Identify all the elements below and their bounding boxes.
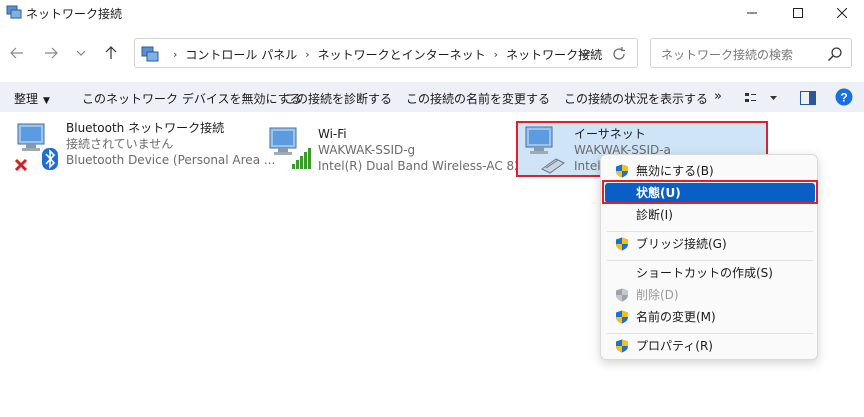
menu-item-label: 診断(I) [636,208,673,222]
connection-name: Wi-Fi [318,127,347,141]
menu-item-diagnose[interactable]: 診断(I) [605,205,815,225]
menu-item-bridge[interactable]: ブリッジ接続(G) [605,234,815,254]
connection-text: Wi-Fi WAKWAK-SSID-g Intel(R) Dual Band W… [318,126,533,174]
chevron-down-icon [77,50,85,56]
arrow-up-icon [105,46,117,59]
view-options-icon [745,93,777,102]
connection-status: WAKWAK-SSID-g [318,143,416,157]
ethernet-network-icon [525,126,565,174]
connection-status: 接続されていません [66,137,174,151]
wifi-network-icon [269,127,311,169]
menu-item-disable[interactable]: 無効にする(B) [605,161,815,181]
arrow-left-icon [10,47,23,59]
menu-separator [607,260,813,261]
caret-down-icon: ▼ [43,96,50,106]
recent-locations-button[interactable] [70,42,92,64]
refresh-button[interactable] [609,45,629,63]
menu-item-label: ショートカットの作成(S) [636,266,773,280]
uac-shield-icon [616,339,628,353]
chevron-down-icon [580,51,590,57]
menu-separator [607,333,813,334]
connection-item-bluetooth[interactable]: Bluetooth ネットワーク接続 接続されていません Bluetooth D… [14,120,275,180]
maximize-button[interactable] [776,0,820,26]
forward-button[interactable] [40,42,62,64]
menu-item-rename[interactable]: 名前の変更(M) [605,307,815,327]
diagnose-command[interactable]: この接続を診断する [284,90,392,107]
menu-item-delete: 削除(D) [605,285,815,305]
organize-menu[interactable]: 整理 ▼ [14,90,50,107]
window-title: ネットワーク接続 [26,7,123,21]
uac-shield-icon [616,237,628,251]
connection-name: Bluetooth ネットワーク接続 [66,121,225,135]
minimize-icon [747,12,757,14]
arrow-right-icon [45,47,58,59]
view-status-command[interactable]: この接続の状況を表示する [564,90,708,107]
breadcrumb-separator-icon: › [173,48,178,61]
uac-shield-icon [616,164,628,178]
search-icon[interactable] [827,46,843,62]
menu-separator [607,231,813,232]
breadcrumb-network-internet[interactable]: ネットワークとインターネット [318,46,486,63]
preview-pane-icon [800,91,816,105]
address-bar[interactable]: › コントロール パネル › ネットワークとインターネット › ネットワーク接続 [134,38,638,68]
menu-item-properties[interactable]: プロパティ(R) [605,336,815,356]
bluetooth-network-icon [14,123,58,172]
network-folder-icon [141,46,159,62]
address-dropdown-button[interactable] [575,45,595,63]
minimize-button[interactable] [730,0,774,26]
more-commands-button[interactable]: » [714,89,722,104]
uac-shield-icon [616,288,628,302]
menu-item-label: 無効にする(B) [636,164,714,178]
breadcrumb-separator-icon: › [493,48,499,61]
svg-text:?: ? [840,91,847,105]
menu-item-label: 削除(D) [636,288,679,302]
change-view-button[interactable] [744,90,780,106]
command-bar: 整理 ▼ このネットワーク デバイスを無効にする この接続を診断する この接続の名… [0,82,864,112]
disable-device-command[interactable]: このネットワーク デバイスを無効にする [82,90,302,107]
close-button[interactable] [820,0,864,26]
search-input[interactable]: ネットワーク接続の検索 [661,46,793,63]
uac-shield-icon [616,310,628,324]
breadcrumb-separator-icon: › [305,48,310,61]
menu-item-label: ブリッジ接続(G) [636,237,727,251]
menu-item-create-shortcut[interactable]: ショートカットの作成(S) [605,263,815,283]
help-button[interactable]: ? [835,88,853,106]
refresh-icon [613,47,625,60]
connection-device: Bluetooth Device (Personal Area ... [66,153,276,167]
annotation-highlight-box [602,180,818,204]
breadcrumb-control-panel[interactable]: コントロール パネル [185,46,297,63]
connection-name: イーサネット [574,127,646,141]
menu-item-label: プロパティ(R) [636,339,713,353]
connection-text: Bluetooth ネットワーク接続 接続されていません Bluetooth D… [66,120,275,168]
title-bar: ネットワーク接続 [0,0,864,26]
close-icon [837,8,847,18]
up-button[interactable] [100,42,122,64]
help-icon: ? [835,88,853,106]
back-button[interactable] [6,42,28,64]
menu-item-label: 名前の変更(M) [636,310,716,324]
organize-label: 整理 [14,92,39,106]
rename-command[interactable]: この接続の名前を変更する [406,90,550,107]
maximize-icon [793,8,803,18]
breadcrumb: › コントロール パネル › ネットワークとインターネット › ネットワーク接続 [165,46,602,63]
preview-pane-button[interactable] [800,91,816,105]
connection-item-wifi[interactable]: Wi-Fi WAKWAK-SSID-g Intel(R) Dual Band W… [266,126,533,186]
connection-device: Intel(R) Dual Band Wireless-AC 82... [318,159,534,173]
network-connections-app-icon [6,5,22,19]
search-box[interactable]: ネットワーク接続の検索 [650,38,852,68]
